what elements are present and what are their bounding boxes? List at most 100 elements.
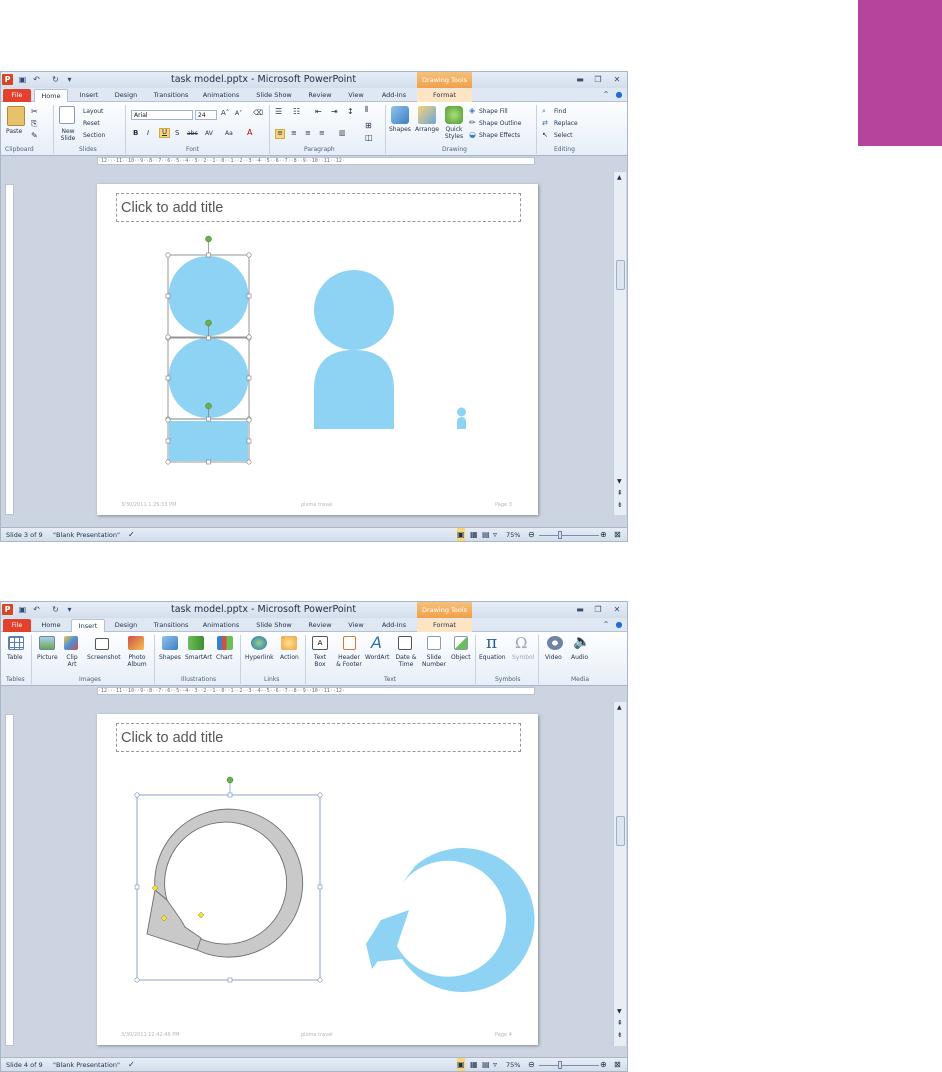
zoom-level[interactable]: 75% — [506, 528, 520, 541]
photo-album-icon[interactable] — [128, 636, 144, 650]
audio-button[interactable]: Audio — [571, 654, 588, 661]
screenshot-button[interactable]: Screenshot — [87, 654, 121, 661]
minimize-ribbon-icon[interactable]: ⌃ — [599, 619, 613, 630]
tab-view[interactable]: View — [342, 89, 370, 102]
clip-art-icon[interactable] — [64, 636, 78, 650]
slide-number-button[interactable]: Slide Number — [421, 654, 447, 668]
select-button[interactable]: Select — [554, 132, 573, 139]
tab-slide-show[interactable]: Slide Show — [251, 619, 297, 632]
tab-review[interactable]: Review — [302, 89, 338, 102]
vertical-scrollbar[interactable]: ▲ ▼ ⇞ ⇟ — [613, 702, 626, 1046]
zoom-slider[interactable] — [539, 535, 599, 536]
date-time-icon[interactable] — [398, 636, 412, 650]
shapes-icon[interactable] — [162, 636, 178, 650]
powerpoint-app-icon[interactable]: P — [2, 604, 13, 615]
circular-arrow-head[interactable] — [146, 889, 202, 951]
picture-icon[interactable] — [39, 636, 55, 650]
reading-view-icon[interactable]: ▤ — [482, 528, 490, 541]
tab-slide-show[interactable]: Slide Show — [251, 89, 297, 102]
previous-slide-icon[interactable]: ⇞ — [617, 490, 623, 497]
reset-button[interactable]: Reset — [83, 120, 100, 127]
paste-icon[interactable] — [7, 106, 25, 126]
zoom-slider-thumb[interactable] — [558, 1061, 562, 1069]
screenshot-icon[interactable] — [95, 638, 109, 650]
tab-add-ins[interactable]: Add-Ins — [374, 619, 414, 632]
status-theme[interactable]: "Blank Presentation" — [53, 1058, 120, 1071]
wordart-icon[interactable]: A — [371, 635, 382, 651]
rectangle-shape[interactable] — [169, 421, 248, 461]
arrange-button[interactable]: Arrange — [415, 126, 439, 133]
redo-icon[interactable]: ↻ — [51, 75, 60, 84]
picture-button[interactable]: Picture — [37, 654, 58, 661]
table-button[interactable]: Table — [7, 654, 23, 661]
underline-icon[interactable]: U — [159, 128, 170, 138]
header-footer-icon[interactable] — [343, 636, 356, 650]
chart-button[interactable]: Chart — [216, 654, 233, 661]
select-icon[interactable]: ↖ — [542, 132, 548, 139]
shapes-icon[interactable] — [391, 106, 409, 124]
slide-show-icon[interactable]: ▿ — [493, 1058, 497, 1071]
next-slide-icon[interactable]: ⇟ — [617, 1032, 623, 1039]
object-button[interactable]: Object — [451, 654, 471, 661]
find-button[interactable]: Find — [554, 108, 566, 115]
scroll-down-icon[interactable]: ▼ — [617, 1008, 622, 1015]
person-head-shape[interactable] — [314, 270, 394, 350]
shape-effects-icon[interactable]: ◒ — [469, 131, 476, 139]
save-icon[interactable]: ▣ — [18, 605, 27, 614]
tab-view[interactable]: View — [342, 619, 370, 632]
scroll-down-icon[interactable]: ▼ — [617, 478, 622, 485]
normal-view-icon[interactable]: ▣ — [457, 528, 465, 541]
shape-fill-button[interactable]: Shape Fill — [479, 108, 508, 115]
scroll-up-icon[interactable]: ▲ — [617, 174, 622, 181]
minimize-ribbon-icon[interactable]: ⌃ — [599, 89, 613, 100]
close-icon[interactable]: ✕ — [610, 74, 624, 85]
shape-outline-button[interactable]: Shape Outline — [479, 120, 521, 127]
tab-insert[interactable]: Insert — [73, 89, 105, 102]
close-icon[interactable]: ✕ — [610, 604, 624, 615]
tab-insert[interactable]: Insert — [71, 619, 105, 632]
shadow-icon[interactable]: S — [175, 130, 179, 137]
action-icon[interactable] — [281, 636, 297, 650]
zoom-out-icon[interactable]: ⊖ — [528, 528, 535, 541]
new-slide-icon[interactable] — [59, 106, 75, 124]
scroll-up-icon[interactable]: ▲ — [617, 704, 622, 711]
line-spacing-icon[interactable]: ↕ — [347, 108, 354, 116]
rotation-handle[interactable] — [205, 402, 212, 410]
minimize-icon[interactable]: ▬ — [573, 604, 587, 615]
text-box-icon[interactable]: A — [312, 636, 328, 650]
zoom-in-icon[interactable]: ⊕ — [600, 1058, 607, 1071]
shape-outline-icon[interactable]: ✏ — [469, 119, 476, 127]
shape-effects-button[interactable]: Shape Effects — [479, 132, 520, 139]
clip-art-button[interactable]: Clip Art — [65, 654, 79, 668]
rotation-handle[interactable] — [205, 319, 212, 327]
date-time-button[interactable]: Date & Time — [395, 654, 417, 668]
change-case-icon[interactable]: Aa — [225, 130, 233, 137]
justify-icon[interactable]: ≡ — [319, 130, 325, 137]
previous-slide-icon[interactable]: ⇞ — [617, 1020, 623, 1027]
symbol-icon[interactable]: Ω — [515, 634, 527, 652]
video-icon[interactable] — [547, 636, 563, 650]
grow-font-icon[interactable]: A˄ — [221, 110, 229, 117]
char-spacing-icon[interactable]: AV — [205, 130, 213, 137]
replace-button[interactable]: Replace — [554, 120, 578, 127]
table-icon[interactable] — [8, 636, 24, 650]
action-button[interactable]: Action — [280, 654, 299, 661]
align-right-icon[interactable]: ≡ — [305, 130, 311, 137]
header-footer-button[interactable]: Header & Footer — [335, 654, 363, 668]
format-painter-icon[interactable]: ✎ — [31, 132, 38, 140]
symbol-button[interactable]: Symbol — [512, 654, 534, 661]
increase-indent-icon[interactable]: ⇥ — [331, 108, 338, 116]
align-center-icon[interactable]: ≡ — [291, 130, 297, 137]
hyperlink-icon[interactable] — [251, 636, 267, 650]
fit-to-window-icon[interactable]: ⊠ — [614, 1058, 621, 1071]
object-icon[interactable] — [454, 636, 468, 650]
cut-icon[interactable]: ✂ — [31, 108, 38, 116]
zoom-out-icon[interactable]: ⊖ — [528, 1058, 535, 1071]
font-name-select[interactable]: Arial — [131, 110, 193, 120]
italic-icon[interactable]: I — [147, 130, 149, 137]
tab-home[interactable]: Home — [34, 89, 68, 102]
shapes-button[interactable]: Shapes — [389, 126, 411, 133]
undo-icon[interactable]: ↶ — [32, 605, 41, 614]
small-person-body[interactable] — [457, 417, 466, 429]
help-icon[interactable]: ● — [612, 89, 626, 100]
